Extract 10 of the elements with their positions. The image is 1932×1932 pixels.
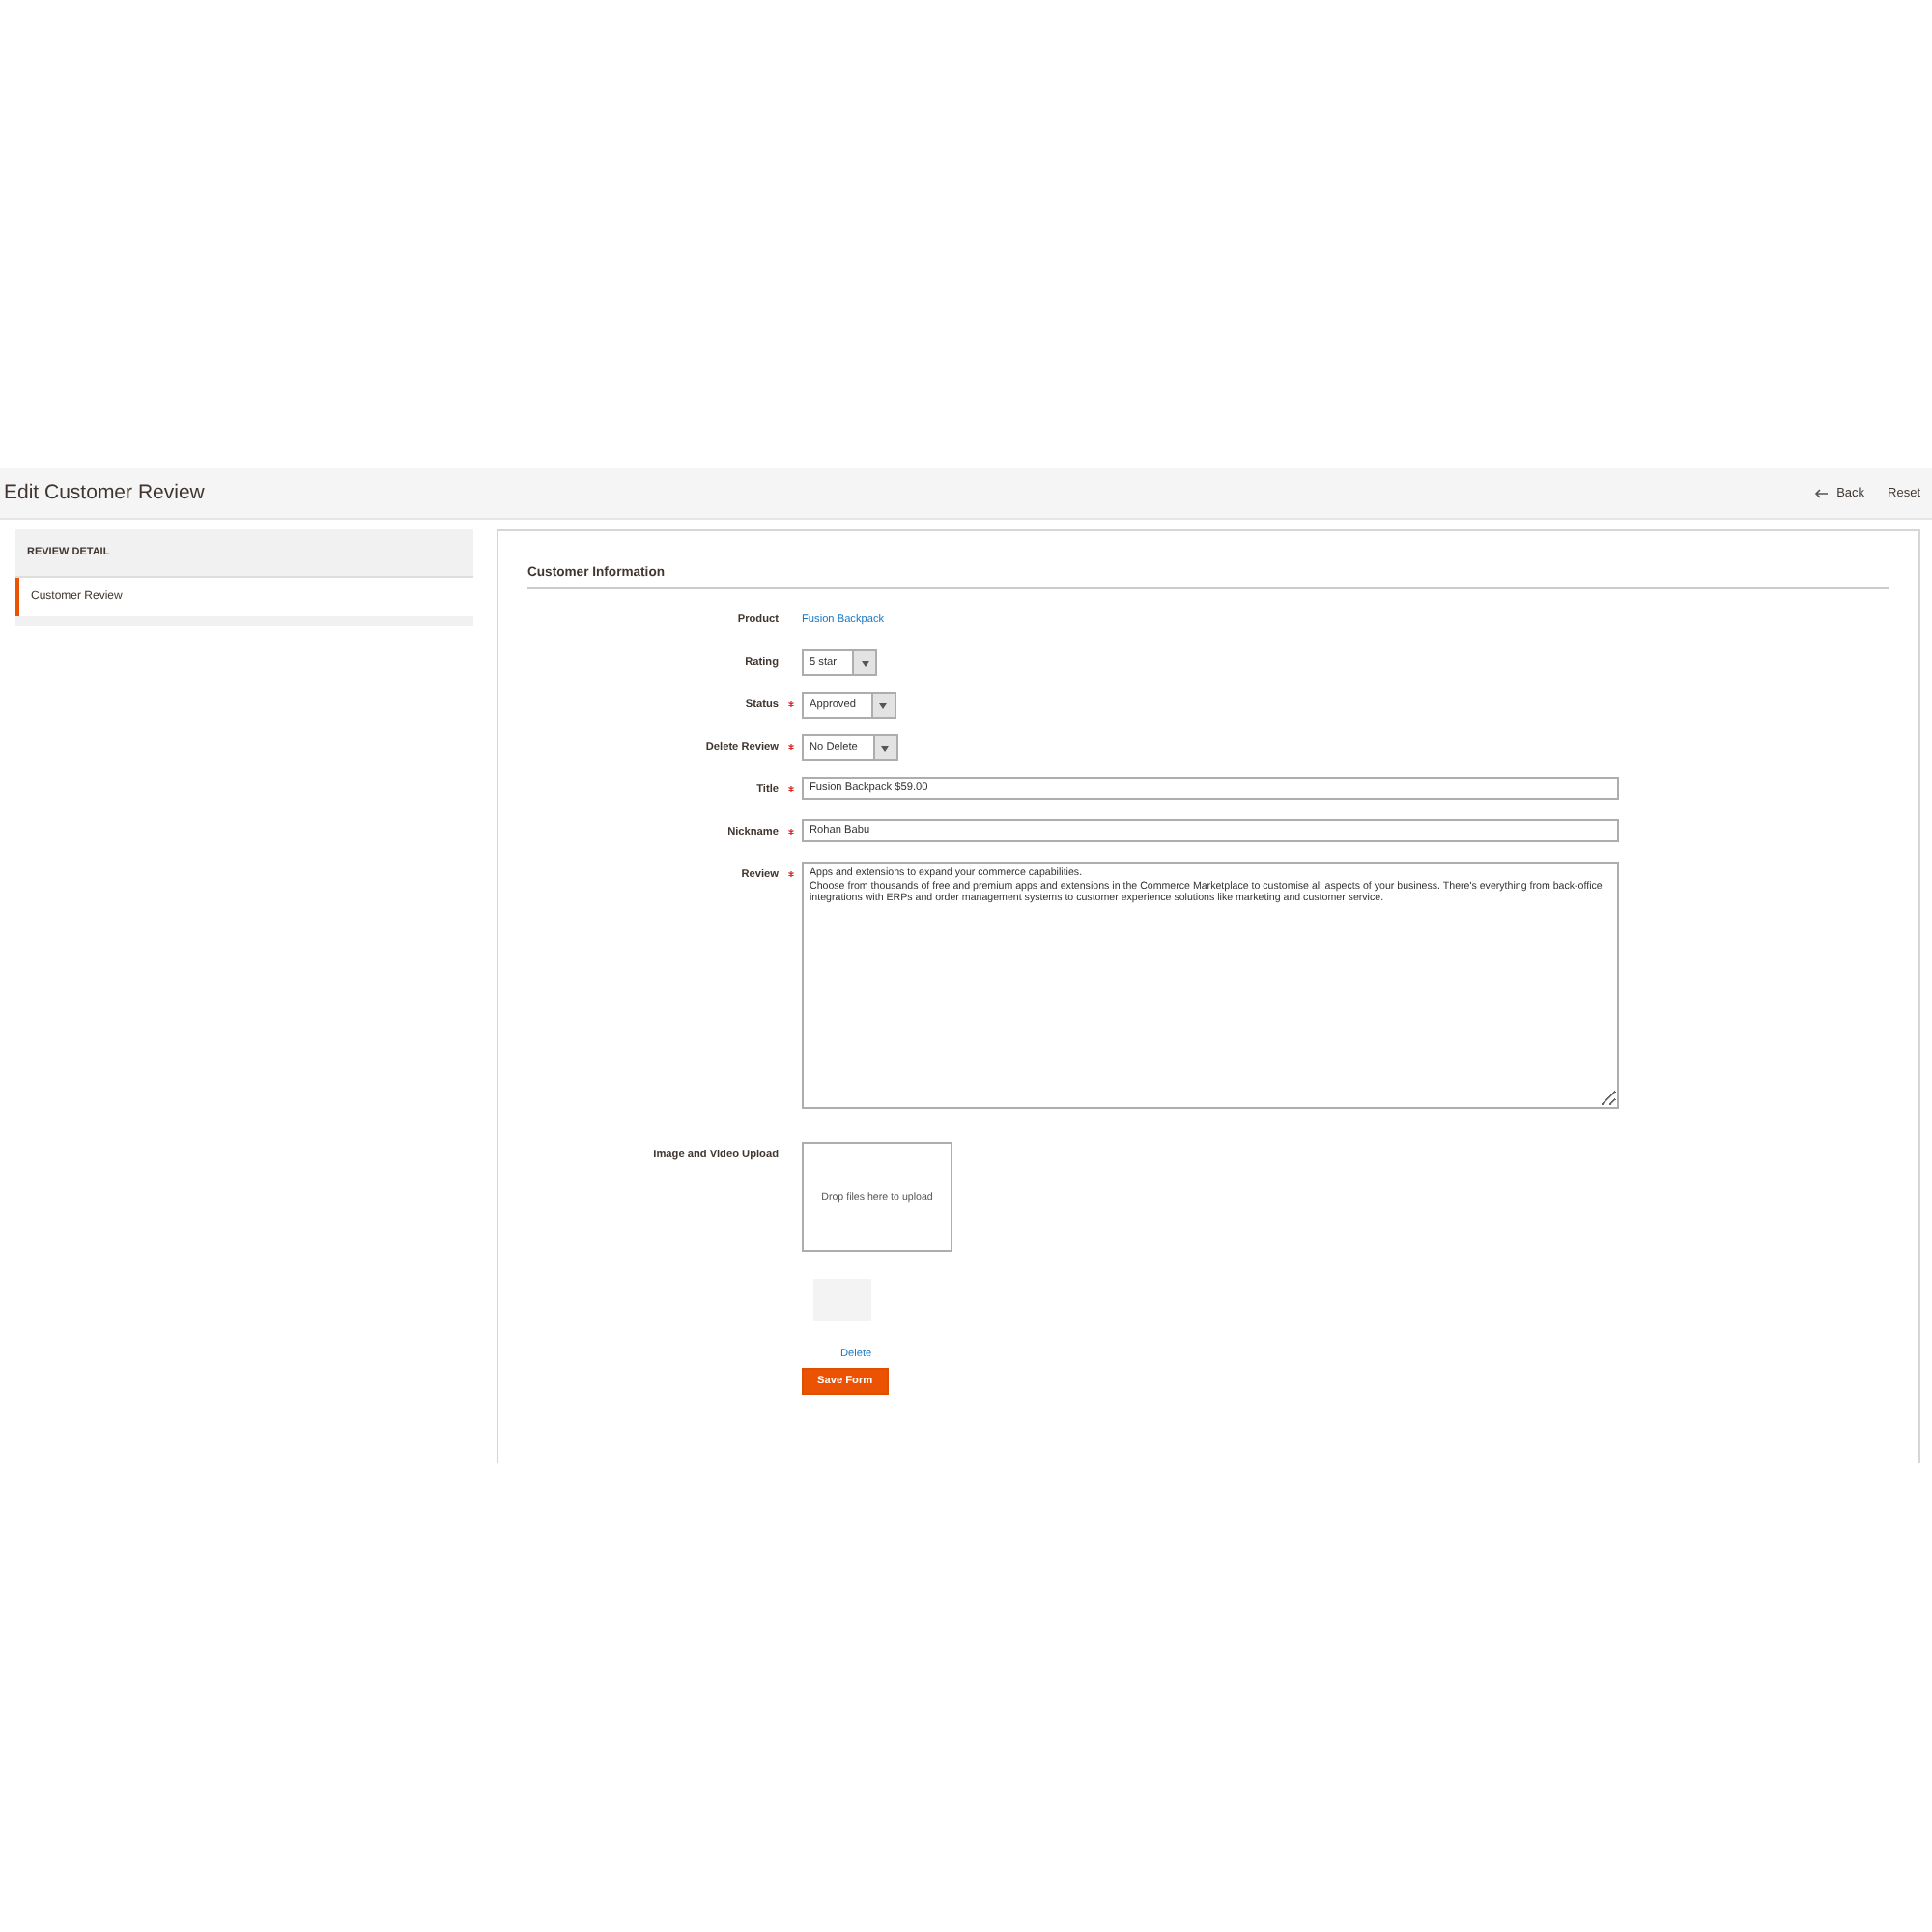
- required-icon: [787, 744, 793, 752]
- required-icon: [787, 829, 793, 837]
- required-icon: [787, 701, 793, 709]
- required-icon: [787, 786, 793, 794]
- required-icon: [787, 871, 793, 879]
- caret-icon: [881, 745, 890, 751]
- caret-icon: [861, 660, 868, 666]
- caret-icon: [879, 702, 888, 708]
- page-title: Edit Customer Review: [2, 481, 205, 504]
- back-arrow-icon: [1813, 488, 1828, 497]
